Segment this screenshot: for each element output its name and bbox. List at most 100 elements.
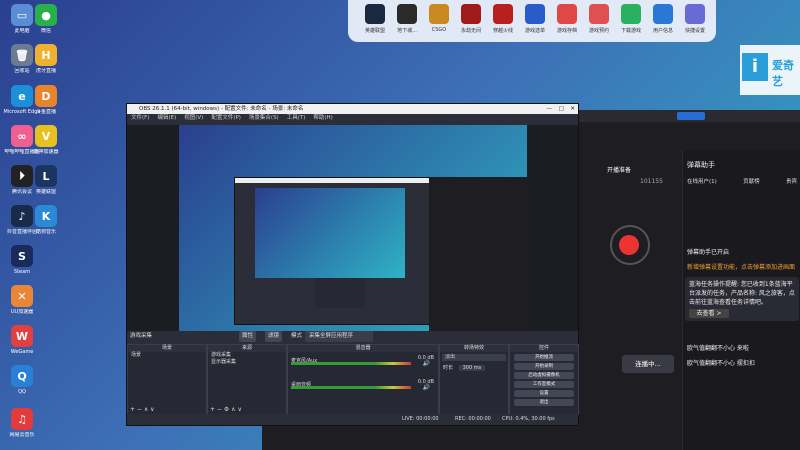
dock-item[interactable]: 用户信息 [648, 4, 678, 34]
chat-msg-2: 新增弹幕设置功能，点击弹幕添加进画面 [687, 264, 796, 271]
nested-app [429, 177, 527, 331]
desktop-icon[interactable]: V 雷神加速器 [24, 125, 68, 155]
speaker-icon[interactable]: 🔊 [423, 360, 430, 367]
desktop-icon[interactable]: S Steam [0, 245, 44, 275]
mic-meter [291, 386, 411, 389]
dock-item[interactable]: 游戏预约 [584, 4, 614, 34]
duration-input[interactable]: 300 ms [458, 365, 486, 371]
dock-icon [493, 4, 513, 24]
dock-icon [525, 4, 545, 24]
desktop-icon[interactable]: K 酷狗音乐 [24, 205, 68, 235]
settings-button[interactable]: 设置 [514, 390, 574, 397]
dock-label: 游戏存档 [556, 28, 577, 34]
dock-label: 下载游戏 [620, 28, 641, 34]
start-label: 开播准备 [607, 167, 632, 174]
studio-mode-button[interactable]: 工作室模式 [514, 381, 574, 388]
menu-item[interactable]: 帮助(H) [313, 115, 332, 121]
app-icon: W [11, 325, 33, 347]
dock-icon [461, 4, 481, 24]
source-item-game[interactable]: 游戏采集 [208, 352, 286, 359]
properties-button[interactable]: 属性 [239, 331, 257, 342]
transition-select[interactable]: 淡出 [442, 354, 506, 361]
dock-label: 用户信息 [652, 28, 673, 34]
app-icon: ♫ [11, 408, 33, 430]
tab-contrib[interactable]: 贡献榜 [743, 177, 760, 185]
exit-button[interactable]: 退出 [514, 399, 574, 406]
dock-item[interactable]: 永劫无间 [456, 4, 486, 34]
desktop-icon-label: Steam [13, 269, 31, 275]
controls-panel: 控件 开始推流 开始录制 启动虚拟摄像机 工作室模式 设置 退出 [509, 344, 579, 415]
dock-item[interactable]: 游戏选单 [520, 4, 550, 34]
desktop-icon-label: 微信 [40, 28, 51, 34]
desktop-icon-label: 雷神加速器 [33, 149, 59, 155]
menu-item[interactable]: 配置文件(P) [211, 115, 241, 121]
menu-item[interactable]: 编辑(E) [157, 115, 176, 121]
tab-online[interactable]: 在线用户(1) [687, 177, 717, 185]
mode-select[interactable]: 采集全屏应用程序 [305, 331, 373, 342]
desktop-icon[interactable]: ♫ 网易云音乐 [0, 408, 44, 438]
dock-item[interactable]: 穿越火线 [488, 4, 518, 34]
dock-icon [429, 4, 449, 24]
desktop-icon[interactable]: Q QQ [0, 365, 44, 395]
chat-msg-5: 欧气值翻翻不小心 摆扣扣 [687, 360, 755, 367]
desktop-icon[interactable]: L 英雄联盟 [24, 165, 68, 195]
menu-item[interactable]: 工具(T) [287, 115, 306, 121]
dock-item[interactable]: 英雄联盟 [360, 4, 390, 34]
desktop-icon-label: UU加速器 [10, 309, 34, 315]
mode-label: 模式 [291, 333, 303, 339]
app-icon: Q [11, 365, 33, 387]
maximize-icon[interactable]: □ [559, 104, 564, 114]
desktop-meter [291, 362, 411, 365]
desktop-icon[interactable]: ✕ UU加速器 [0, 285, 44, 315]
filters-button[interactable]: 滤镜 [265, 331, 283, 342]
menu-item[interactable]: 文件(F) [131, 115, 149, 121]
app-icon: S [11, 245, 33, 267]
desktop-icon[interactable]: ● 微信 [24, 4, 68, 34]
obs-preview[interactable] [127, 125, 578, 331]
dock-icon [589, 4, 609, 24]
streaming-button[interactable]: 连播中... [622, 355, 674, 373]
brand-logo: i [742, 53, 768, 81]
app-icon: K [35, 205, 57, 227]
minimize-icon[interactable]: — [547, 104, 553, 114]
start-record-button[interactable]: 开始录制 [514, 363, 574, 370]
game-dock: 英雄联盟 地下城... CSGO 永劫无间 穿越火线 游戏选单 游戏存档 游戏预约 下载游戏 用户… [348, 0, 716, 42]
desktop-icon[interactable]: H 虎牙直播 [24, 44, 68, 74]
app-icon: ✕ [11, 285, 33, 307]
header-button[interactable] [677, 112, 705, 120]
menu-item[interactable]: 场景集合(S) [249, 115, 279, 121]
dock-item[interactable]: CSGO [424, 4, 454, 33]
transitions-title: 转场特效 [440, 345, 508, 352]
dock-label: 地下城... [397, 28, 417, 34]
preview-desktop [179, 125, 527, 331]
virtual-cam-button[interactable]: 启动虚拟摄像机 [514, 372, 574, 379]
tab-vip[interactable]: 贵宾 [786, 177, 797, 185]
mixer-title: 混音器 [288, 345, 438, 352]
sources-panel: 来源 游戏采集 显示器采集 + − ⚙ ∧ ∨ [207, 344, 287, 415]
app-icon: H [35, 44, 57, 66]
dock-item[interactable]: 快捷设置 [680, 4, 710, 34]
dock-label: CSGO [431, 27, 447, 33]
close-icon[interactable]: ✕ [570, 104, 575, 114]
add-scene-icon[interactable]: + − ∧ ∨ [130, 406, 155, 413]
obs-title-bar: OBS 26.1.1 (64-bit, windows) - 配置文件: 未命名… [127, 104, 578, 114]
view-button[interactable]: 去查看 > [689, 309, 729, 318]
chat-helper-panel: 弹幕助手 在线用户(1) 贡献榜 贵宾 弹幕助手已开启 新增弹幕设置功能，点击弹… [682, 150, 800, 450]
dock-item[interactable]: 地下城... [392, 4, 422, 34]
desktop-icon[interactable]: D 斗鱼直播 [24, 85, 68, 115]
desktop-icon-label: 英雄联盟 [35, 189, 56, 195]
dock-label: 快捷设置 [684, 28, 705, 34]
scene-item[interactable]: 场景 [128, 352, 206, 359]
app-icon: D [35, 85, 57, 107]
app-icon: ● [35, 4, 57, 26]
desktop-icon[interactable]: W WeGame [0, 325, 44, 355]
source-item-display[interactable]: 显示器采集 [208, 359, 286, 366]
menu-item[interactable]: 视图(V) [184, 115, 203, 121]
start-stream-button[interactable]: 开始推流 [514, 354, 574, 361]
dock-item[interactable]: 游戏存档 [552, 4, 582, 34]
dock-item[interactable]: 下载游戏 [616, 4, 646, 34]
dock-icon [557, 4, 577, 24]
obs-window: OBS 26.1.1 (64-bit, windows) - 配置文件: 未命名… [126, 103, 579, 426]
mic-speaker-icon[interactable]: 🔊 [423, 384, 430, 391]
add-source-icon[interactable]: + − ⚙ ∧ ∨ [210, 406, 242, 413]
